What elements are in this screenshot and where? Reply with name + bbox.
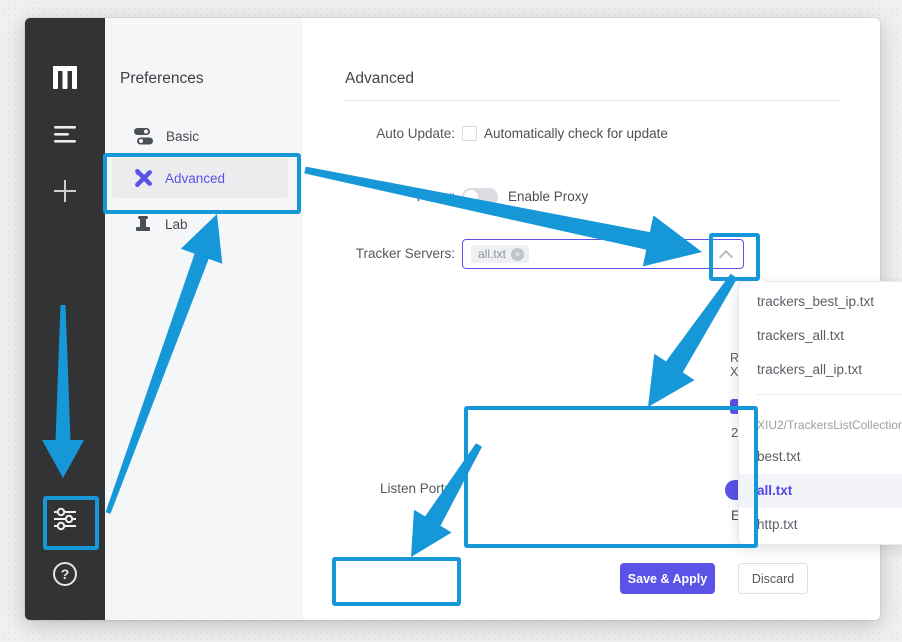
- auto-update-label: Auto Update:: [295, 125, 455, 143]
- lab-stamp-icon: [134, 216, 152, 232]
- help-button[interactable]: ?: [25, 562, 105, 586]
- panel-title: Preferences: [120, 70, 204, 88]
- discard-button[interactable]: Discard: [738, 563, 808, 594]
- sidebar-item-lab[interactable]: Lab: [112, 206, 288, 242]
- basic-toggles-icon: [134, 128, 153, 145]
- plus-icon: [52, 178, 78, 204]
- proxy-toggle[interactable]: [462, 188, 498, 206]
- title-divider: [345, 100, 840, 101]
- sidebar-item-basic[interactable]: Basic: [112, 118, 288, 154]
- proxy-option-label: Enable Proxy: [508, 188, 588, 206]
- dropdown-option[interactable]: trackers_all.txt: [739, 319, 902, 353]
- add-task-button[interactable]: [25, 178, 105, 204]
- preferences-panel: Preferences Basic Advanced: [105, 18, 303, 620]
- proxy-label: Proxy:: [295, 188, 455, 206]
- dropdown-option[interactable]: best.txt: [739, 440, 902, 474]
- dropdown-option[interactable]: trackers_best_ip.txt: [739, 285, 902, 319]
- motrix-logo-icon: [52, 64, 78, 90]
- tools-icon: [134, 169, 152, 187]
- main-content: Advanced Auto Update: Automatically chec…: [303, 18, 880, 620]
- tracker-servers-label: Tracker Servers:: [295, 245, 455, 263]
- sidebar: ?: [25, 18, 105, 620]
- task-list-button[interactable]: [25, 124, 105, 144]
- tag-close-icon[interactable]: ×: [511, 248, 524, 261]
- auto-update-checkbox[interactable]: [462, 126, 477, 141]
- selected-tag[interactable]: all.txt ×: [471, 245, 529, 263]
- dropdown-divider: [757, 394, 902, 395]
- page-title: Advanced: [345, 70, 414, 88]
- question-icon: ?: [53, 562, 77, 586]
- tracker-servers-select[interactable]: all.txt ×: [462, 239, 744, 269]
- dropdown-option[interactable]: trackers_all_ip.txt: [739, 353, 902, 387]
- task-list-icon: [53, 124, 77, 144]
- dropdown-option[interactable]: http.txt: [739, 508, 902, 542]
- dropdown-group-label: XIU2/TrackersListCollection: [739, 410, 902, 440]
- sidebar-item-advanced[interactable]: Advanced: [112, 158, 288, 198]
- app-window: ? Preferences Basic: [25, 18, 880, 620]
- save-apply-button[interactable]: Save & Apply: [620, 563, 715, 594]
- auto-update-option-label: Automatically check for update: [484, 125, 668, 143]
- screenshot-stage: ? Preferences Basic: [0, 0, 902, 642]
- chevron-up-icon[interactable]: [719, 250, 733, 264]
- preferences-button[interactable]: [25, 504, 105, 534]
- tag-label: all.txt: [478, 247, 506, 261]
- sidebar-item-label: Basic: [166, 129, 199, 144]
- dropdown-option-selected[interactable]: all.txt ✓: [739, 474, 902, 508]
- sidebar-item-label: Lab: [165, 217, 188, 232]
- tracker-source-dropdown: trackers_best_ip.txt trackers_all.txt tr…: [738, 281, 902, 545]
- app-logo: [25, 64, 105, 90]
- sidebar-item-label: Advanced: [165, 171, 225, 186]
- sliders-icon: [50, 504, 80, 534]
- listen-ports-label: Listen Ports:: [295, 480, 455, 498]
- toggle-knob: [464, 190, 478, 204]
